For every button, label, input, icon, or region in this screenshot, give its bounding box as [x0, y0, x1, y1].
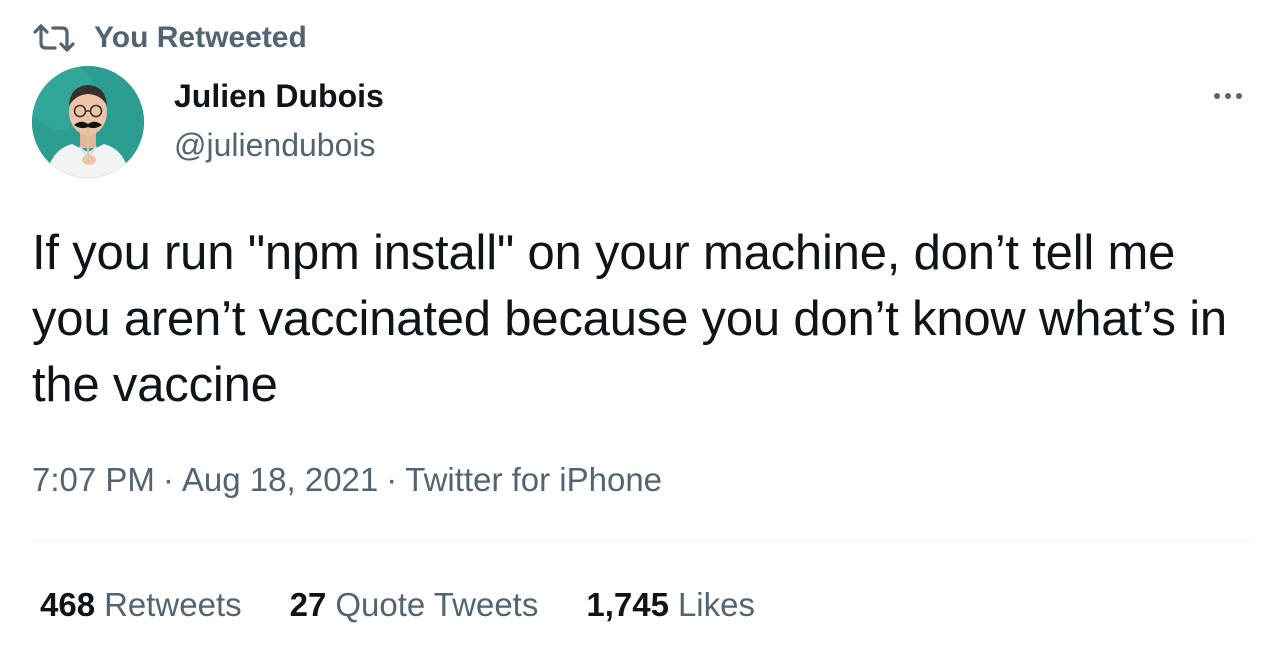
- retweet-context-label: You Retweeted: [94, 21, 307, 54]
- retweets-count: 468: [40, 586, 96, 623]
- avatar[interactable]: [32, 66, 144, 178]
- more-options-icon-dot: [1225, 93, 1231, 99]
- tweet-text: If you run "npm install" on your machine…: [32, 226, 1241, 412]
- author-handle[interactable]: @juliendubois: [174, 123, 376, 167]
- tweet-timestamp-date[interactable]: Aug 18, 2021: [182, 461, 378, 498]
- likes-stat[interactable]: 1,745 Likes: [586, 583, 755, 627]
- author-name[interactable]: Julien Dubois: [174, 74, 384, 118]
- meta-separator: ·: [386, 461, 398, 498]
- quote-tweets-label: Quote Tweets: [335, 586, 539, 623]
- quote-tweets-count: 27: [289, 586, 327, 623]
- quote-tweets-stat[interactable]: 27 Quote Tweets: [290, 583, 539, 627]
- retweets-label: Retweets: [104, 586, 242, 623]
- more-options-icon-dot: [1236, 93, 1242, 99]
- more-options-icon: [1214, 93, 1220, 99]
- social-context[interactable]: You Retweeted: [32, 18, 307, 58]
- likes-label: Likes: [677, 586, 755, 623]
- tweet-source[interactable]: Twitter for iPhone: [405, 461, 662, 498]
- more-options-button[interactable]: [1206, 82, 1250, 110]
- retweets-stat[interactable]: 468 Retweets: [40, 583, 242, 627]
- tweet-timestamp-time[interactable]: 7:07 PM: [32, 461, 155, 498]
- meta-separator: ·: [162, 461, 174, 498]
- engagement-stats: 468 Retweets 27 Quote Tweets 1,745 Likes: [40, 583, 755, 627]
- retweet-icon: [33, 24, 75, 52]
- likes-count: 1,745: [586, 586, 669, 623]
- divider: [32, 540, 1250, 541]
- tweet-metadata: 7:07 PM · Aug 18, 2021 · Twitter for iPhone: [32, 458, 662, 502]
- avatar-photo: [32, 66, 144, 178]
